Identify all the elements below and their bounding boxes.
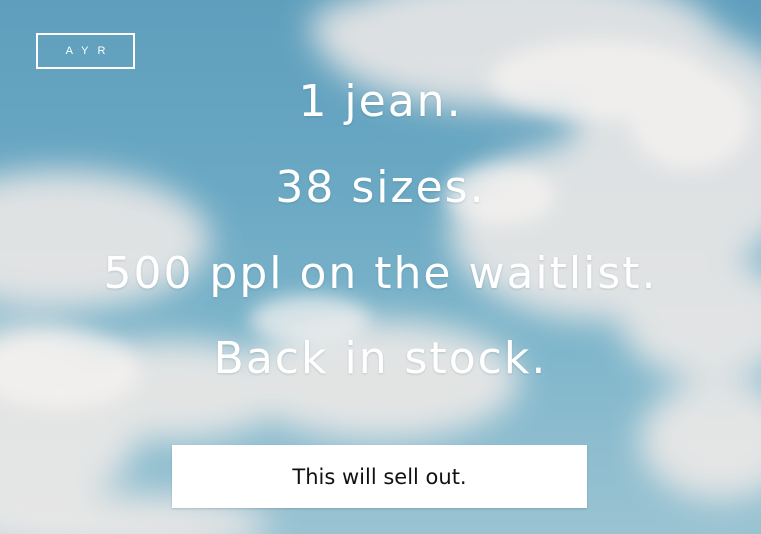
email-hero: AYR 1 jean. 38 sizes. 500 ppl on the wai… — [0, 0, 761, 534]
sell-out-cta-button[interactable]: This will sell out. — [172, 445, 587, 508]
ayr-logo[interactable]: AYR — [36, 33, 135, 69]
headline-line-3: 500 ppl on the waitlist. — [103, 248, 658, 299]
headline-line-1: 1 jean. — [298, 76, 463, 127]
headline-line-2: 38 sizes. — [275, 162, 486, 213]
headline-line-4: Back in stock. — [213, 333, 548, 384]
